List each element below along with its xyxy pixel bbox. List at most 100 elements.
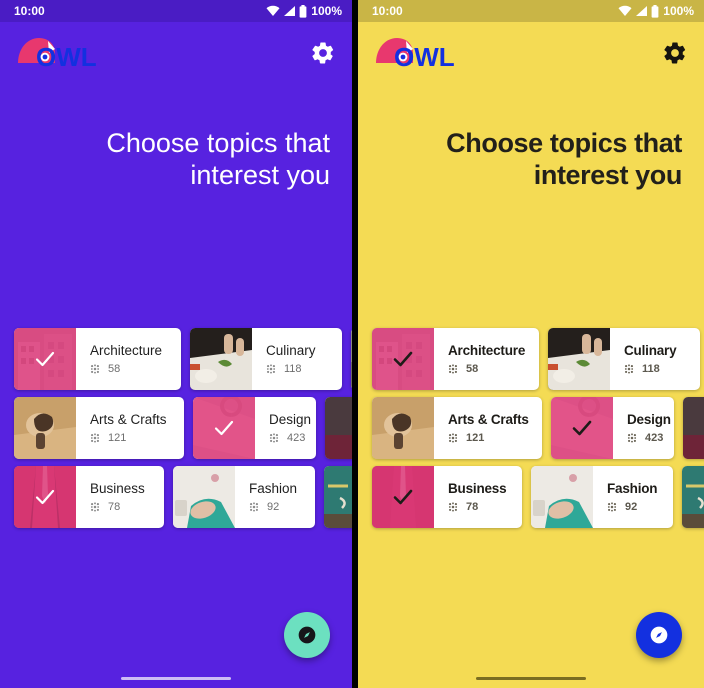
dual-screenshot-comparison: 10:00 100% OWL Choose topics that intere… — [0, 0, 704, 688]
topic-count: 78 — [466, 501, 479, 513]
explore-fab-button[interactable] — [284, 612, 330, 658]
topic-row: Arts & Crafts 121 Design 423 — [372, 397, 704, 459]
grain-icon — [90, 502, 100, 512]
status-bar-indicators: 100% — [618, 4, 694, 18]
topic-card-arts-crafts[interactable]: Arts & Crafts 121 — [14, 397, 184, 459]
battery-icon — [299, 4, 307, 18]
topic-thumbnail — [548, 328, 610, 390]
check-icon — [551, 397, 613, 459]
topic-card-architecture[interactable]: Architecture 58 — [14, 328, 181, 390]
check-icon — [14, 328, 76, 390]
topic-name: Design — [269, 412, 312, 427]
topic-card-culinary[interactable]: Culinary 118 — [548, 328, 700, 390]
culinary-chopping-photo — [190, 328, 252, 390]
page-title: Choose topics that interest you — [106, 128, 330, 190]
signal-icon — [284, 6, 296, 16]
topic-meta: 92 — [607, 501, 663, 513]
topic-card-grid: Architecture 58 Culinary 118 Arts & Craf… — [0, 328, 352, 528]
explore-fab-button[interactable] — [636, 612, 682, 658]
topic-name: Culinary — [624, 343, 677, 358]
topic-name: Arts & Crafts — [448, 412, 529, 427]
topic-name: Fashion — [607, 481, 658, 496]
grain-icon — [90, 364, 100, 374]
topic-card-business[interactable]: Business 78 — [372, 466, 522, 528]
grain-icon — [607, 502, 617, 512]
topic-count: 118 — [284, 363, 302, 375]
topic-meta: 423 — [627, 432, 664, 444]
topic-card-fashion[interactable]: Fashion 92 — [173, 466, 315, 528]
topic-meta: 78 — [448, 501, 512, 513]
topic-thumbnail — [14, 397, 76, 459]
explore-compass-icon — [298, 626, 316, 644]
topic-meta: 121 — [448, 432, 532, 444]
topic-meta: 121 — [90, 432, 174, 444]
gear-icon[interactable] — [662, 40, 688, 66]
topic-card-grid: Architecture 58 Culinary 118 Arts & Craf… — [358, 328, 704, 528]
partial-card-photo — [325, 397, 352, 459]
signal-icon — [636, 6, 648, 16]
topic-thumbnail — [531, 466, 593, 528]
topic-thumbnail — [14, 328, 76, 390]
topic-thumbnail — [372, 466, 434, 528]
phone-screen-yellow-theme: 10:00 100% OWL Choose topics that intere… — [352, 0, 704, 688]
status-bar-time: 10:00 — [372, 4, 403, 18]
partial-card-photo — [683, 397, 704, 459]
topic-name: Architecture — [448, 343, 526, 358]
grain-icon — [448, 364, 458, 374]
topic-card-partial[interactable] — [324, 466, 352, 528]
pottery-hands-photo — [14, 397, 76, 459]
home-indicator — [121, 677, 231, 680]
topic-card-body: Arts & Crafts 121 — [434, 397, 542, 459]
topic-card-arts-crafts[interactable]: Arts & Crafts 121 — [372, 397, 542, 459]
wifi-icon — [266, 5, 280, 17]
topic-card-design[interactable]: Design 423 — [193, 397, 316, 459]
topic-meta: 58 — [90, 363, 171, 375]
app-bar: OWL — [0, 22, 352, 84]
owl-logo-icon[interactable]: OWL — [372, 32, 476, 74]
topic-card-body: Design 423 — [255, 397, 316, 459]
battery-percentage: 100% — [663, 4, 694, 18]
page-title: Choose topics that interest you — [446, 128, 682, 190]
topic-thumbnail — [683, 397, 704, 459]
topic-card-design[interactable]: Design 423 — [551, 397, 674, 459]
topic-count: 423 — [645, 432, 664, 444]
topic-name: Design — [627, 412, 671, 427]
pottery-hands-photo — [372, 397, 434, 459]
topic-thumbnail — [173, 466, 235, 528]
topic-meta: 78 — [90, 501, 154, 513]
topic-count: 58 — [108, 363, 121, 375]
topic-card-culinary[interactable]: Culinary 118 — [190, 328, 342, 390]
grain-icon — [627, 433, 637, 443]
topic-count: 423 — [287, 432, 306, 444]
topic-card-partial[interactable] — [682, 466, 704, 528]
topic-meta: 118 — [266, 363, 332, 375]
status-bar-time: 10:00 — [14, 4, 45, 18]
grain-icon — [249, 502, 259, 512]
topic-card-body: Architecture 58 — [76, 328, 181, 390]
topic-meta: 58 — [448, 363, 529, 375]
topic-card-partial[interactable] — [325, 397, 352, 459]
topic-count: 121 — [108, 432, 127, 444]
culinary-chopping-photo — [548, 328, 610, 390]
topic-card-architecture[interactable]: Architecture 58 — [372, 328, 539, 390]
topic-name: Culinary — [266, 343, 316, 358]
topic-row: Arts & Crafts 121 Design 423 — [14, 397, 352, 459]
topic-count: 118 — [642, 363, 660, 375]
chalkboard-photo — [324, 466, 352, 528]
topic-card-body: Business 78 — [76, 466, 164, 528]
topic-card-partial[interactable] — [683, 397, 704, 459]
topic-thumbnail — [551, 397, 613, 459]
topic-thumbnail — [682, 466, 704, 528]
topic-card-fashion[interactable]: Fashion 92 — [531, 466, 673, 528]
owl-logo-icon[interactable]: OWL — [14, 32, 118, 74]
topic-name: Business — [448, 481, 507, 496]
topic-name: Fashion — [249, 481, 298, 496]
topic-card-business[interactable]: Business 78 — [14, 466, 164, 528]
topic-card-body: Culinary 118 — [610, 328, 700, 390]
check-icon — [372, 466, 434, 528]
topic-card-body: Design 423 — [613, 397, 674, 459]
topic-name: Arts & Crafts — [90, 412, 167, 427]
topic-count: 92 — [625, 501, 638, 513]
grain-icon — [269, 433, 279, 443]
gear-icon[interactable] — [310, 40, 336, 66]
